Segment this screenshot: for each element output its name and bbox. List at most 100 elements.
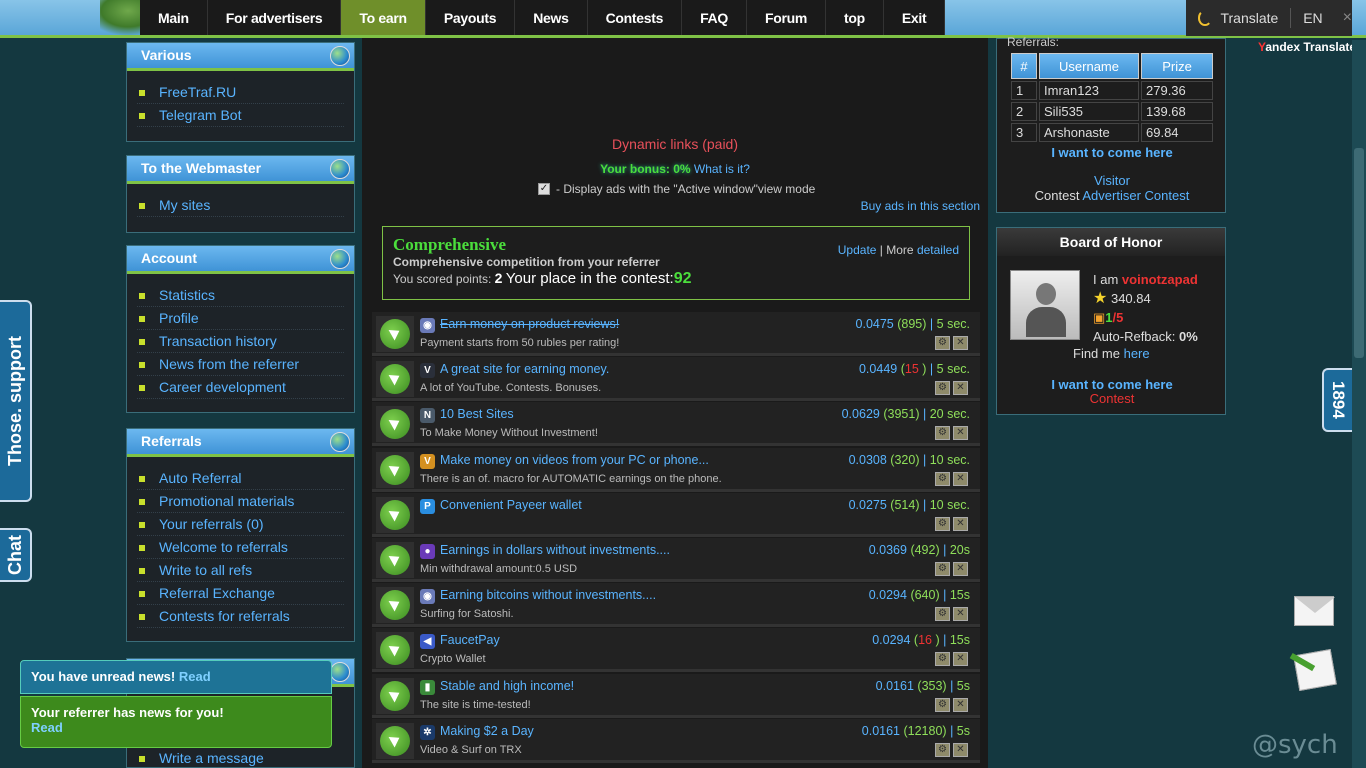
nav-faq[interactable]: FAQ	[682, 0, 747, 35]
view-ad-button[interactable]	[376, 541, 414, 578]
come-here-link[interactable]: I want to come here	[997, 145, 1227, 160]
settings-icon[interactable]: ⚙	[935, 516, 950, 531]
read-news-link[interactable]: Read	[179, 669, 211, 684]
language-selector[interactable]: EN	[1303, 10, 1322, 26]
sidebar-item-write-message[interactable]: Write a message	[137, 747, 344, 768]
settings-icon[interactable]: ⚙	[935, 742, 950, 757]
settings-icon[interactable]: ⚙	[935, 607, 950, 622]
buy-ads-link[interactable]: Buy ads in this section	[861, 199, 980, 213]
sidebar-item-career-development[interactable]: Career development	[137, 376, 344, 399]
ad-title-link[interactable]: FaucetPay	[440, 633, 500, 647]
sidebar-item-my-sites[interactable]: My sites	[137, 194, 344, 217]
nav-for-advertisers[interactable]: For advertisers	[207, 0, 342, 35]
ad-title-link[interactable]: Convenient Payeer wallet	[440, 498, 582, 512]
list-item[interactable]: ◀ FaucetPay Crypto Wallet 0.0294 (16 ) | 15…	[372, 628, 980, 673]
mail-icon[interactable]	[1294, 596, 1335, 626]
close-icon[interactable]: ✕	[953, 742, 968, 757]
sidebar-item-referral-exchange[interactable]: Referral Exchange	[137, 582, 344, 605]
view-ad-button[interactable]	[376, 722, 414, 759]
ad-title-link[interactable]: Earn money on product reviews!	[440, 317, 619, 331]
sidebar-item-auto-referral[interactable]: Auto Referral	[137, 467, 344, 490]
ad-title-link[interactable]: Making $2 a Day	[440, 724, 534, 738]
close-icon[interactable]: ✕	[953, 652, 968, 667]
nav-forum[interactable]: Forum	[746, 0, 827, 35]
what-is-it-link[interactable]: What is it?	[694, 162, 750, 176]
view-ad-button[interactable]	[376, 587, 414, 624]
nav-contests[interactable]: Contests	[587, 0, 683, 35]
view-ad-button[interactable]	[376, 451, 414, 488]
online-count-tab[interactable]: 1894	[1322, 368, 1352, 432]
sidebar-item-write-all-refs[interactable]: Write to all refs	[137, 559, 344, 582]
close-icon[interactable]: ✕	[953, 336, 968, 350]
translate-widget[interactable]: Translate EN ×	[1186, 0, 1352, 36]
update-link[interactable]: Update	[838, 243, 877, 257]
list-item[interactable]: ✲ Making $2 a Day Video & Surf on TRX 0.016…	[372, 718, 980, 763]
view-ad-button[interactable]	[376, 406, 414, 443]
sidebar-item-transaction-history[interactable]: Transaction history	[137, 330, 344, 353]
sidebar-item-news-from-referrer[interactable]: News from the referrer	[137, 353, 344, 376]
support-tab[interactable]: Those. support	[0, 300, 32, 502]
sidebar-item-promotional-materials[interactable]: Promotional materials	[137, 490, 344, 513]
sidebar-item-your-referrals[interactable]: Your referrals (0)	[137, 513, 344, 536]
list-item[interactable]: ◉ Earn money on product reviews! Payment s…	[372, 312, 980, 356]
sidebar-item-contests-referrals[interactable]: Contests for referrals	[137, 605, 344, 628]
view-ad-button[interactable]	[376, 677, 414, 714]
contest-link[interactable]: Contest	[997, 391, 1227, 406]
settings-icon[interactable]: ⚙	[935, 697, 950, 712]
scroll-thumb[interactable]	[1354, 148, 1364, 358]
list-item[interactable]: ● Earnings in dollars without investments…	[372, 537, 980, 582]
list-item[interactable]: V A great site for earning money. A lot of…	[372, 357, 980, 402]
read-referrer-news-link[interactable]: Read	[31, 720, 321, 735]
close-icon[interactable]: ✕	[953, 516, 968, 531]
ad-title-link[interactable]: Stable and high income!	[440, 679, 574, 693]
close-icon[interactable]: ✕	[953, 381, 968, 396]
active-window-checkbox[interactable]: ✓	[538, 183, 550, 195]
view-ad-button[interactable]	[376, 632, 414, 669]
settings-icon[interactable]: ⚙	[935, 336, 950, 350]
ad-title-link[interactable]: 10 Best Sites	[440, 407, 514, 421]
settings-icon[interactable]: ⚙	[935, 561, 950, 576]
settings-icon[interactable]: ⚙	[935, 426, 950, 441]
nav-main[interactable]: Main	[140, 0, 208, 35]
view-ad-button[interactable]	[376, 496, 414, 533]
visitor-link[interactable]: Visitor	[997, 173, 1227, 188]
settings-icon[interactable]: ⚙	[935, 471, 950, 486]
ad-title-link[interactable]: A great site for earning money.	[440, 362, 609, 376]
write-note-icon[interactable]	[1293, 648, 1337, 692]
list-item[interactable]: N 10 Best Sites To Make Money Without Inve…	[372, 402, 980, 447]
ad-title-link[interactable]: Earnings in dollars without investments.…	[440, 543, 670, 557]
settings-icon[interactable]: ⚙	[935, 652, 950, 667]
close-icon[interactable]: ✕	[953, 561, 968, 576]
list-item[interactable]: ◉ Earning bitcoins without investments...…	[372, 583, 980, 628]
translate-label[interactable]: Translate	[1220, 10, 1278, 26]
nav-to-earn[interactable]: To earn	[341, 0, 426, 35]
sidebar-item-welcome-referrals[interactable]: Welcome to referrals	[137, 536, 344, 559]
advertiser-contest-link[interactable]: Advertiser Contest	[1082, 188, 1189, 203]
close-icon[interactable]: ×	[1343, 9, 1352, 27]
come-here-link[interactable]: I want to come here	[997, 377, 1227, 392]
scrollbar[interactable]	[1352, 40, 1366, 768]
sidebar-item-statistics[interactable]: Statistics	[137, 284, 344, 307]
nav-top[interactable]: top	[826, 0, 884, 35]
close-icon[interactable]: ✕	[953, 607, 968, 622]
view-ad-button[interactable]	[376, 361, 414, 398]
chat-tab[interactable]: Chat	[0, 528, 32, 582]
user-name-link[interactable]: voinotzapad	[1122, 272, 1198, 287]
ad-title-link[interactable]: Make money on videos from your PC or pho…	[440, 453, 709, 467]
nav-exit[interactable]: Exit	[883, 0, 946, 35]
nav-payouts[interactable]: Payouts	[425, 0, 516, 35]
list-item[interactable]: P Convenient Payeer wallet 0.0275 (514) | …	[372, 492, 980, 537]
settings-icon[interactable]: ⚙	[935, 381, 950, 396]
sidebar-item-freetraf[interactable]: FreeTraf.RU	[137, 81, 344, 104]
close-icon[interactable]: ✕	[953, 471, 968, 486]
sidebar-item-profile[interactable]: Profile	[137, 307, 344, 330]
list-item[interactable]: V Make money on videos from your PC or ph…	[372, 447, 980, 492]
find-me-link[interactable]: here	[1124, 346, 1150, 361]
ad-title-link[interactable]: Earning bitcoins without investments....	[440, 588, 656, 602]
close-icon[interactable]: ✕	[953, 697, 968, 712]
avatar[interactable]	[1010, 270, 1080, 340]
view-ad-button[interactable]	[376, 316, 414, 352]
list-item[interactable]: ▮ Stable and high income! The site is time…	[372, 673, 980, 718]
detailed-link[interactable]: detailed	[917, 243, 959, 257]
close-icon[interactable]: ✕	[953, 426, 968, 441]
